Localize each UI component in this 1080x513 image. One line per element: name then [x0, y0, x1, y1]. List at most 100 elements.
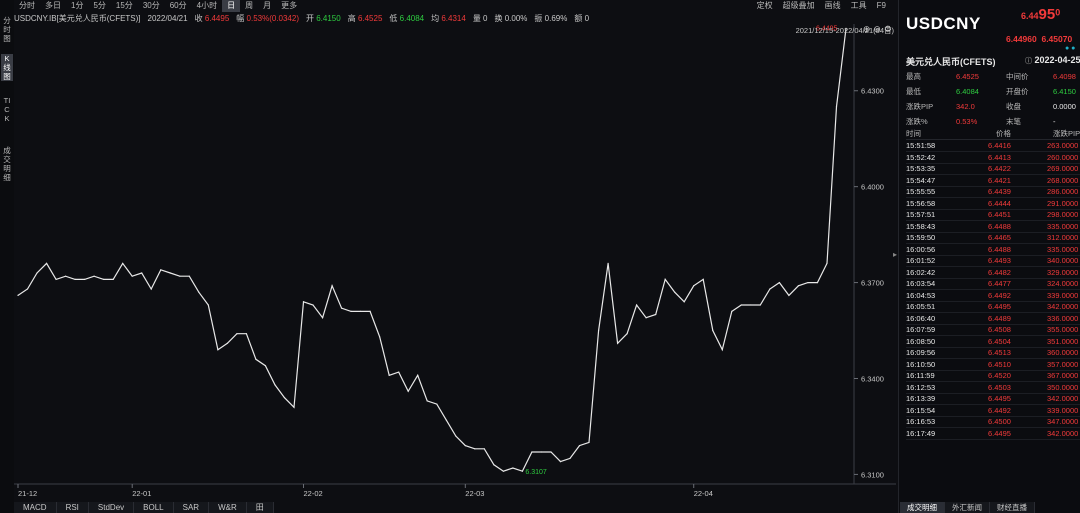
price-point — [778, 281, 780, 284]
period-tab[interactable]: 更多 — [276, 0, 302, 12]
price-line[interactable] — [17, 28, 847, 472]
tick-change: 268.0000 — [1047, 175, 1079, 185]
tick-change: 335.0000 — [1047, 221, 1079, 231]
tick-change: 339.0000 — [1047, 405, 1079, 415]
chart-controls: ⊕ ⊖ ⚙ — [863, 24, 892, 35]
zoom-out-icon[interactable]: ⊖ — [873, 24, 881, 35]
tick-time: 15:59:50 — [906, 233, 936, 242]
tick-time: 16:03:54 — [906, 279, 936, 288]
price-point — [131, 275, 133, 277]
tick-price: 6.4495 — [988, 394, 1011, 403]
info-volume: 量 0 — [472, 14, 488, 23]
tick-time: 16:01:52 — [906, 256, 936, 265]
price-point — [626, 333, 628, 335]
price-point — [436, 403, 438, 405]
info-icon: ⓘ — [1025, 58, 1032, 65]
price-point — [360, 310, 362, 312]
info-amplitude: 振 0.69% — [534, 14, 568, 23]
price-point — [417, 374, 419, 376]
period-tab[interactable]: 1分 — [66, 0, 88, 12]
tick-time: 16:04:53 — [906, 290, 936, 300]
stats-row: 最高 6.4525 中间价 6.4098 — [906, 70, 1080, 83]
indicator-tab[interactable]: 田 — [246, 502, 274, 513]
stat-label: 最低 — [906, 87, 921, 96]
tick-time: 16:15:54 — [906, 405, 936, 415]
tool-button[interactable]: 定权 — [757, 0, 773, 12]
y-tick-label: 6.4300 — [861, 87, 884, 96]
price-point — [788, 294, 790, 296]
line-chart-svg[interactable]: 6.3100 6.3400 6.3700 6.4000 6.4300 21-12 22-01… — [14, 24, 896, 500]
period-tab[interactable]: 多日 — [40, 0, 66, 12]
tool-button[interactable]: 工具 — [851, 0, 867, 12]
price-point — [445, 419, 447, 421]
price-point — [369, 310, 371, 312]
low-annotation: 6.3107 — [525, 469, 547, 476]
price-point — [512, 467, 514, 469]
indicator-tab[interactable]: RSI — [56, 502, 89, 513]
y-tick-label: 6.3100 — [861, 470, 884, 479]
tick-row: 16:17:49 6.4495 342.0000 — [906, 428, 1080, 440]
tick-row: 15:56:58 6.4444 291.0000 — [906, 198, 1080, 210]
price-point — [740, 304, 742, 306]
panel-tab[interactable]: 财经直播 — [990, 502, 1035, 513]
tick-price: 6.4504 — [988, 336, 1011, 346]
price-point — [521, 470, 524, 472]
price-chart[interactable]: 6.3100 6.3400 6.3700 6.4000 6.4300 21-12 22-01… — [14, 24, 896, 500]
price-point — [274, 384, 276, 386]
stat-value: 6.4525 — [956, 72, 979, 81]
tool-button[interactable]: F9 — [877, 0, 886, 12]
tool-button[interactable]: 画线 — [825, 0, 841, 12]
view-tab[interactable]: TICK — [1, 96, 13, 123]
indicator-tab[interactable]: StdDev — [88, 502, 135, 513]
tick-change: 312.0000 — [1047, 233, 1079, 242]
settings-icon[interactable]: ⚙ — [884, 24, 892, 35]
indicator-tab[interactable]: BOLL — [134, 502, 174, 513]
stat-label: 涨跌% — [906, 117, 928, 126]
stat-value: 0.53% — [956, 117, 978, 126]
indicator-tab[interactable]: SAR — [173, 502, 210, 513]
stat-label: 开盘价 — [1006, 87, 1029, 96]
tick-price: 6.4489 — [988, 313, 1011, 323]
collapse-panel-icon[interactable]: ▸ — [893, 250, 897, 259]
tick-row: 16:02:42 6.4482 329.0000 — [906, 267, 1080, 279]
tick-price: 6.4495 — [988, 428, 1011, 438]
period-tab[interactable]: 60分 — [165, 0, 192, 12]
period-tab[interactable]: 周 — [240, 0, 258, 12]
tick-price: 6.4500 — [988, 417, 1011, 426]
period-tab[interactable]: 15分 — [111, 0, 138, 12]
price-point — [312, 304, 314, 306]
price-point — [84, 278, 86, 280]
tick-change: 291.0000 — [1047, 198, 1079, 208]
panel-tab[interactable]: 成交明细 — [900, 502, 945, 513]
view-tab[interactable]: 分时图 — [1, 16, 13, 43]
indicator-tab[interactable]: MACD — [14, 502, 57, 513]
col-change: 涨跌PIP — [1053, 129, 1080, 138]
tick-row: 15:57:51 6.4451 298.0000 — [906, 209, 1080, 222]
period-tab[interactable]: 30分 — [138, 0, 165, 12]
panel-tab[interactable]: 外汇新闻 — [945, 502, 990, 513]
col-time: 时间 — [906, 129, 921, 138]
period-tab[interactable]: 分时 — [14, 0, 40, 12]
tick-time: 16:13:39 — [906, 394, 936, 403]
period-tab[interactable]: 4小时 — [192, 0, 222, 12]
period-tab[interactable]: 5分 — [88, 0, 110, 12]
zoom-in-icon[interactable]: ⊕ — [863, 24, 871, 35]
view-tab[interactable]: K线图 — [1, 54, 13, 81]
panel-tabs: 成交明细 外汇新闻 财经直播 — [900, 502, 1035, 513]
price-point — [160, 269, 162, 271]
price-point — [426, 400, 428, 402]
price-point — [217, 349, 219, 351]
period-tab[interactable]: 日 — [222, 0, 241, 12]
view-tab[interactable]: 成交明细 — [1, 146, 13, 182]
view-tab-label: 分时图 — [3, 16, 11, 43]
price-point — [112, 278, 114, 280]
period-tab[interactable]: 月 — [258, 0, 276, 12]
tick-change: 263.0000 — [1047, 141, 1079, 150]
y-tick-label: 6.3700 — [861, 279, 884, 288]
tool-button[interactable]: 超级叠加 — [783, 0, 815, 12]
tick-row: 16:13:39 6.4495 342.0000 — [906, 393, 1080, 406]
indicator-tab[interactable]: W&R — [209, 502, 247, 513]
tick-price: 6.4422 — [988, 164, 1011, 173]
info-low: 低 6.4084 — [389, 14, 425, 23]
price-point — [664, 278, 666, 280]
